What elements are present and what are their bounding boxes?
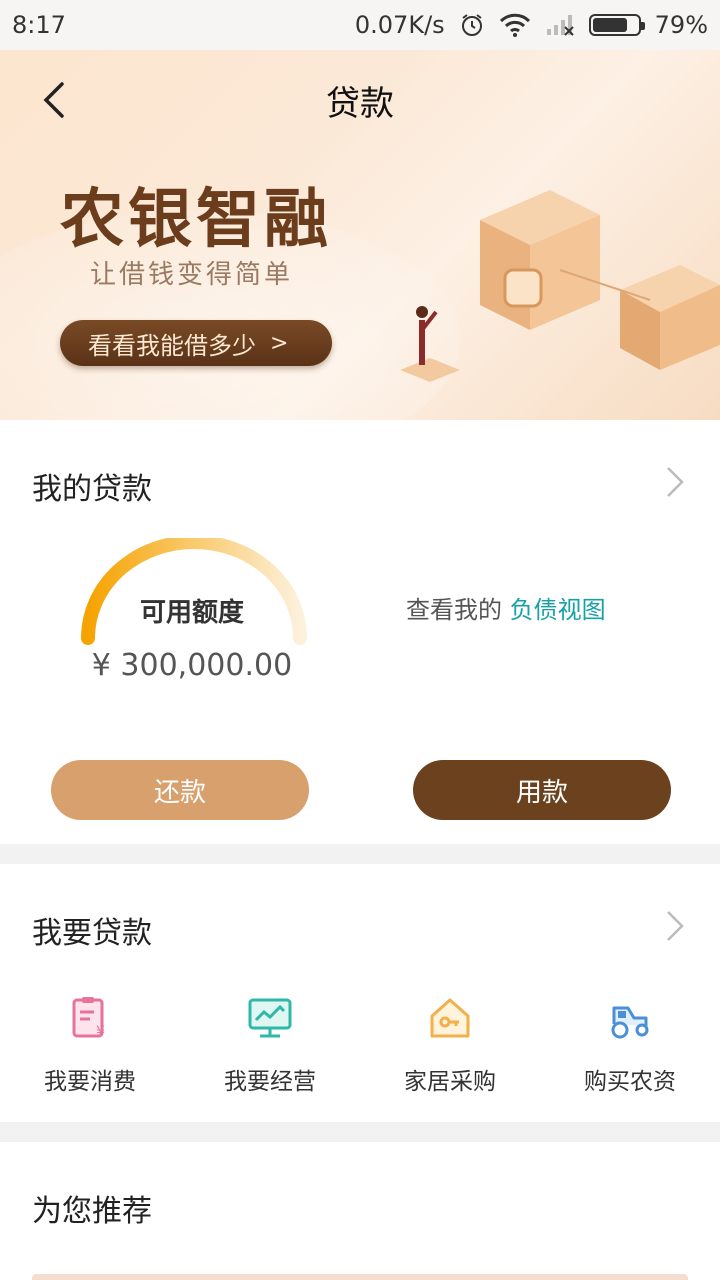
my-loan-card: 我的贷款 可用额度 ¥ 300,000.00 查看我的 负债视图 还款 用款 (0, 420, 720, 844)
want-loan-title: 我要贷款 (32, 916, 152, 951)
banner-brand: 农银智融 (60, 183, 332, 257)
loan-category-consumption[interactable]: ¥ 我要消费 (0, 994, 180, 1096)
loan-category-label: 购买农资 (584, 1069, 676, 1095)
wifi-icon (499, 13, 531, 37)
loan-category-label: 我要消费 (44, 1069, 136, 1095)
want-loan-card: 我要贷款 ¥ 我要消费 我要经营 家居采购 购买农资 (0, 864, 720, 1122)
banner-slogan: 让借钱变得简单 (90, 260, 294, 290)
recommend-title: 为您推荐 (32, 1194, 152, 1229)
consumption-icon: ¥ (72, 997, 105, 1040)
signal-icon (545, 13, 575, 37)
chevron-right-icon[interactable] (664, 464, 686, 500)
loan-category-farm-supplies[interactable]: 购买农资 (540, 994, 720, 1096)
recommend-card: 为您推荐 (0, 1142, 720, 1280)
loan-category-label: 我要经营 (224, 1069, 316, 1095)
home-key-icon (430, 998, 470, 1038)
status-right: 0.07K/s 79% (355, 11, 708, 39)
debt-view-prefix: 查看我的 (406, 596, 502, 624)
available-credit-amount: ¥ 300,000.00 (91, 648, 293, 683)
recommend-item-preview[interactable] (32, 1274, 688, 1280)
loan-category-business[interactable]: 我要经营 (180, 994, 360, 1096)
use-funds-button[interactable]: 用款 (413, 760, 671, 820)
loan-category-home[interactable]: 家居采购 (360, 994, 540, 1096)
battery-percent: 79% (654, 11, 708, 39)
debt-view-link[interactable]: 负债视图 (510, 596, 606, 624)
debt-view-text: 查看我的 负债视图 (406, 590, 606, 625)
svg-text:¥: ¥ (96, 1024, 105, 1040)
business-chart-icon (248, 998, 292, 1038)
status-bar: 8:17 0.07K/s 79% (0, 0, 720, 50)
banner-illustration (400, 190, 720, 382)
cta-arrow: > (270, 330, 289, 356)
battery-icon (588, 14, 645, 36)
status-time: 8:17 (12, 11, 66, 39)
network-speed: 0.07K/s (354, 11, 445, 39)
repay-button[interactable]: 还款 (51, 760, 309, 820)
loan-category-label: 家居采购 (404, 1069, 496, 1095)
banner: 贷款 农银智融 让借钱变得简单 看看我能借多少 > (0, 50, 720, 420)
page-title: 贷款 (326, 84, 394, 124)
cta-label: 看看我能借多少 (88, 331, 256, 360)
tractor-icon (611, 1006, 649, 1039)
how-much-can-i-borrow-button[interactable]: 看看我能借多少 > (60, 320, 332, 366)
alarm-icon (459, 12, 485, 38)
loan-category-list: ¥ 我要消费 我要经营 家居采购 购买农资 (0, 994, 720, 1096)
my-loan-title: 我的贷款 (32, 472, 152, 507)
chevron-right-icon[interactable] (664, 908, 686, 944)
available-credit-label: 可用额度 (139, 598, 244, 628)
